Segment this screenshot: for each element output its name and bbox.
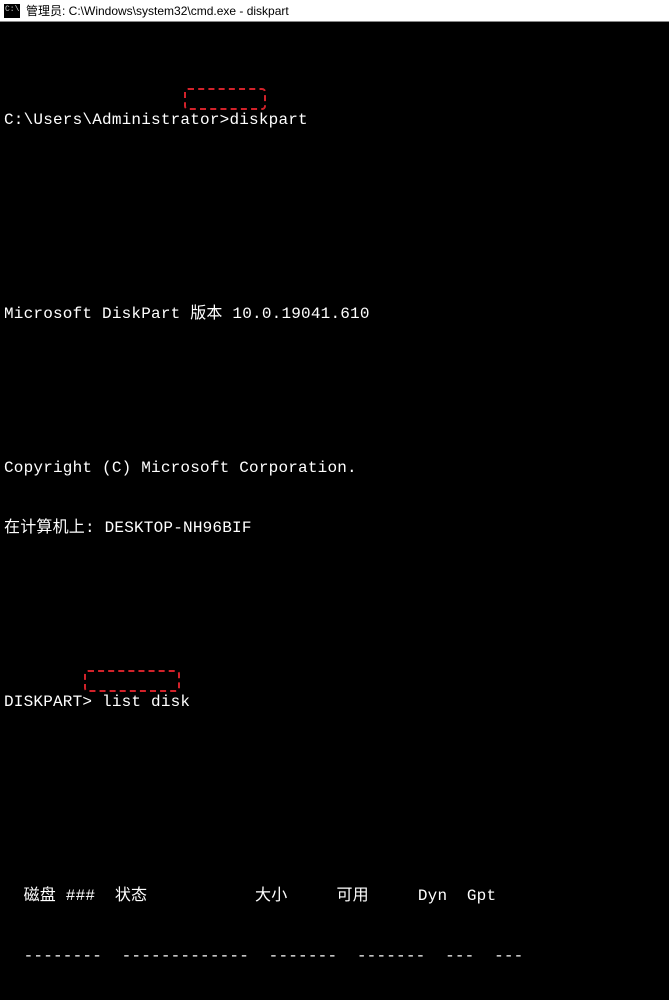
diskpart-prompt: DISKPART> xyxy=(4,693,102,711)
blank-line xyxy=(4,598,665,612)
blank-line xyxy=(4,230,665,244)
prompt-line-2: DISKPART> list disk xyxy=(4,672,665,752)
blank-line xyxy=(4,812,665,826)
disk-table-header: 磁盘 ### 状态 大小 可用 Dyn Gpt xyxy=(4,886,665,906)
disk-table-separator: -------- ------------- ------- ------- -… xyxy=(4,946,665,966)
cmd-diskpart: diskpart xyxy=(229,111,307,129)
highlight-diskpart xyxy=(184,88,266,110)
terminal-output[interactable]: C:\Users\Administrator>diskpart Microsof… xyxy=(0,22,669,1000)
blank-line xyxy=(4,384,665,398)
computer-line: 在计算机上: DESKTOP-NH96BIF xyxy=(4,518,665,538)
highlight-list-disk xyxy=(84,670,180,692)
copyright-line: Copyright (C) Microsoft Corporation. xyxy=(4,458,665,478)
cmd-app-icon xyxy=(4,4,20,18)
window-title: 管理员: C:\Windows\system32\cmd.exe - diskp… xyxy=(26,2,289,19)
window-titlebar: 管理员: C:\Windows\system32\cmd.exe - diskp… xyxy=(0,0,669,22)
cmd-list-disk: list disk xyxy=(102,693,190,711)
version-line: Microsoft DiskPart 版本 10.0.19041.610 xyxy=(4,304,665,324)
prompt-prefix: C:\Users\Administrator> xyxy=(4,111,229,129)
prompt-line-1: C:\Users\Administrator>diskpart xyxy=(4,90,665,170)
